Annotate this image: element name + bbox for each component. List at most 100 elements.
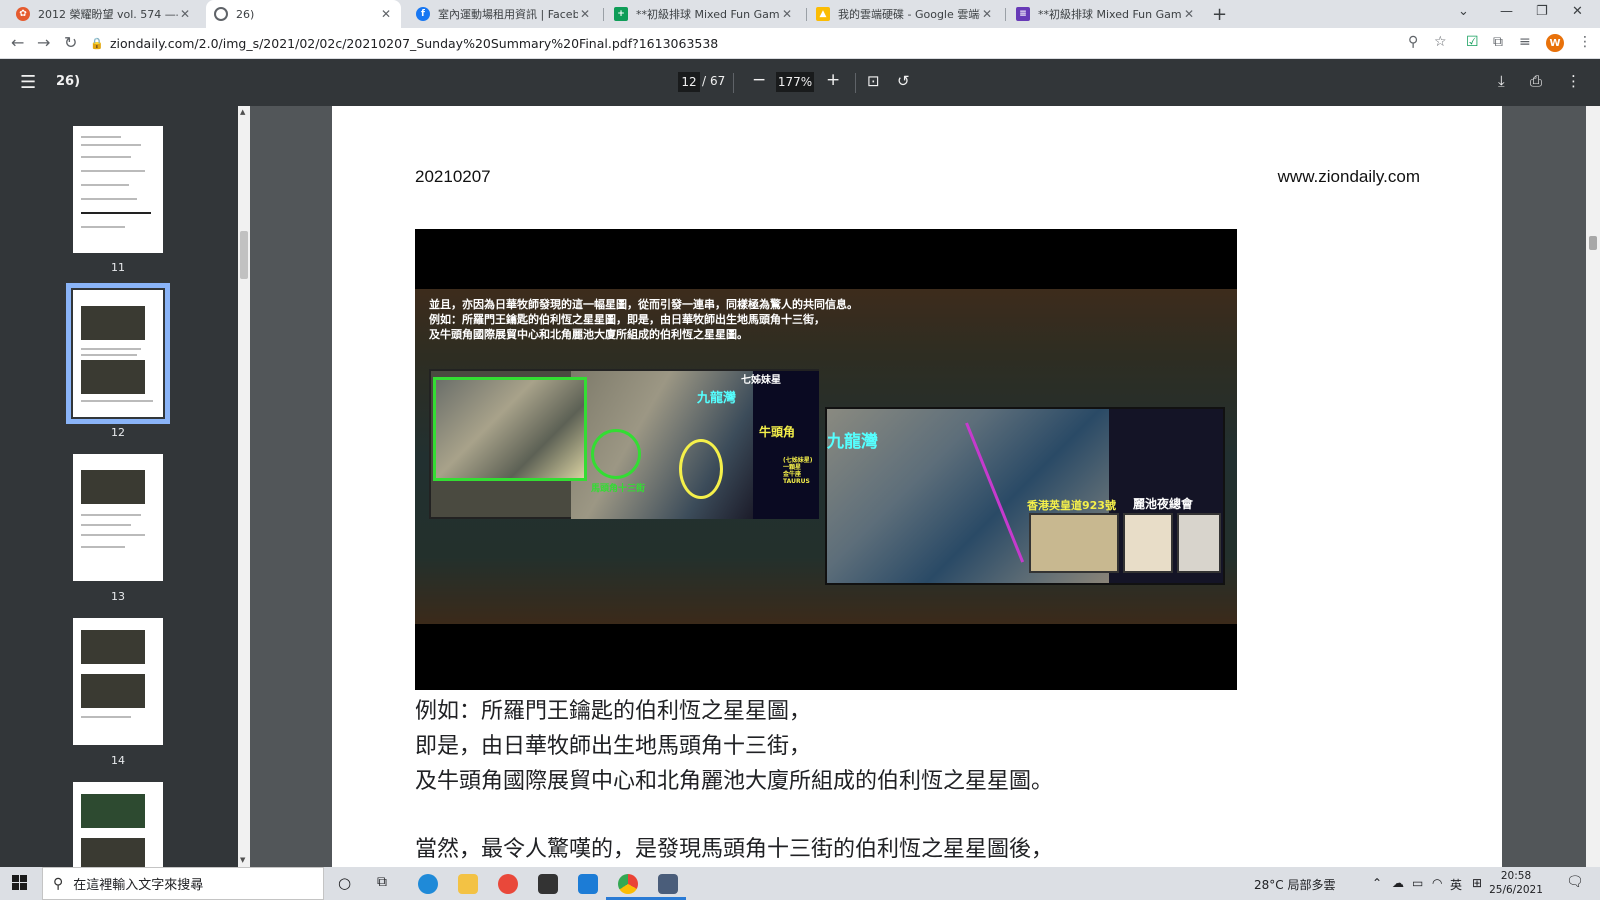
thumbnail-label: 11 (111, 261, 125, 274)
windows-start-icon[interactable] (12, 875, 28, 891)
pdf-viewport: 20210207 www.ziondaily.com 並且，亦因為日華牧師發現的… (250, 106, 1586, 867)
chrome-canary-icon[interactable] (498, 874, 518, 894)
label-taurus: (七姊妹星) 一顆星 金牛座 TAURUS (783, 457, 813, 485)
reading-list-icon[interactable]: ≡ (1519, 34, 1531, 50)
onedrive-icon[interactable]: ☁ (1392, 876, 1404, 890)
rotate-icon[interactable]: ↺ (897, 72, 910, 90)
page-number-input[interactable]: 12 (678, 72, 700, 92)
store-icon[interactable] (538, 874, 558, 894)
weather-widget[interactable]: 28°C 局部多雲 (1254, 876, 1335, 893)
body-line: 例如：所羅門王鑰匙的伯利恆之星星圖， (415, 699, 812, 724)
thumbnail-label: 12 (111, 426, 125, 439)
zoom-icon[interactable]: ⚲ (1408, 34, 1418, 50)
sidebar-scrollbar[interactable]: ▲ ▼ (238, 106, 250, 867)
cortana-icon[interactable]: ○ (338, 874, 351, 892)
pdf-page: 20210207 www.ziondaily.com 並且，亦因為日華牧師發現的… (332, 106, 1502, 867)
print-icon[interactable]: ⎙ (1530, 72, 1542, 90)
taskbar-search-input[interactable]: ⚲ 在這裡輸入文字來搜尋 (42, 867, 324, 900)
file-explorer-icon[interactable] (458, 874, 478, 894)
clock-time: 20:58 (1500, 870, 1532, 882)
tab-title: **初級排球 Mixed Fun Game** (636, 8, 780, 21)
wifi-icon[interactable]: ◠ (1432, 876, 1442, 890)
current-page: 12 (681, 75, 697, 89)
restore-icon[interactable]: ❐ (1536, 4, 1548, 19)
main-scroll-thumb[interactable] (1589, 236, 1597, 250)
sidebar-scroll-thumb[interactable] (240, 231, 248, 279)
battery-icon[interactable]: ▭ (1412, 876, 1423, 890)
tab-5[interactable]: ≡ **初級排球 Mixed Fun Game** ✕ (1008, 0, 1204, 28)
thumbnail-page-13[interactable] (73, 454, 163, 581)
close-icon[interactable]: ✕ (1182, 7, 1196, 21)
tab-search-icon[interactable]: ⌄ (1458, 4, 1469, 19)
slide-caption: 並且，亦因為日華牧師發現的這一幅星圖，從而引發一連串，同樣極為驚人的共同信息。 … (429, 297, 858, 342)
close-icon[interactable]: ✕ (980, 7, 994, 21)
pinwheel-icon: ✿ (16, 7, 30, 21)
tab-title: **初級排球 Mixed Fun Game** (1038, 8, 1182, 21)
thumbnail-page-14[interactable] (73, 618, 163, 745)
toolbar-divider (733, 73, 734, 93)
mail-icon[interactable] (578, 874, 598, 894)
chrome-icon[interactable] (618, 874, 638, 894)
thumbnail-page-15[interactable] (73, 782, 163, 867)
tab-3[interactable]: + **初級排球 Mixed Fun Game** ✕ (606, 0, 802, 28)
fit-page-icon[interactable]: ⊡ (867, 72, 880, 90)
forward-arrow-icon[interactable]: → (37, 33, 50, 52)
profile-avatar[interactable]: W (1546, 34, 1564, 52)
body-line: 及牛頭角國際展貿中心和北角麗池大廈所組成的伯利恆之星星圖。 (415, 769, 1054, 794)
thumbnail-page-12[interactable] (66, 283, 170, 424)
main-scrollbar[interactable] (1586, 106, 1600, 867)
system-clock[interactable]: 20:58 25/6/2021 (1488, 869, 1544, 897)
bookmark-star-icon[interactable]: ☆ (1434, 34, 1447, 50)
scroll-down-icon[interactable]: ▼ (240, 856, 245, 864)
forms-icon: ≡ (1016, 7, 1030, 21)
label-ritz: 麗池夜總會 (1133, 497, 1194, 511)
tab-strip: ✿ 2012 榮耀盼望 vol. 574 —— 修補 ✕ 26) ✕ f 室內運… (0, 0, 1600, 28)
thumbnail-page-11[interactable] (73, 126, 163, 253)
tab-4[interactable]: ▲ 我的雲端硬碟 - Google 雲端硬碟 ✕ (808, 0, 1002, 28)
tab-divider (603, 8, 604, 21)
puzzle-extension-icon[interactable]: ⧉ (1493, 34, 1503, 50)
reload-icon[interactable]: ↻ (64, 33, 77, 52)
input-method-icon[interactable]: ⊞ (1472, 876, 1482, 890)
tab-1-active[interactable]: 26) ✕ (206, 0, 401, 28)
thumbnail-label: 14 (111, 754, 125, 767)
total-pages: 67 (710, 74, 726, 88)
building-photo (1029, 513, 1119, 573)
back-arrow-icon[interactable]: ← (11, 33, 24, 52)
map-ma-tau-kok: 七姊妹星 九龍灣 牛頭角 馬頭角十三街 (七姊妹星) 一顆星 金牛座 TAURU… (429, 369, 819, 519)
close-window-icon[interactable]: ✕ (1572, 4, 1583, 19)
more-menu-icon[interactable]: ⋮ (1578, 34, 1592, 50)
search-icon: ⚲ (53, 875, 64, 892)
clock-date: 25/6/2021 (1489, 884, 1543, 896)
yellow-ring-marker (679, 439, 723, 499)
tab-0[interactable]: ✿ 2012 榮耀盼望 vol. 574 —— 修補 ✕ (8, 0, 200, 28)
avatar-letter: W (1549, 37, 1561, 49)
minimize-icon[interactable]: — (1500, 4, 1513, 19)
globe-icon (214, 7, 228, 21)
hamburger-menu-icon[interactable]: ☰ (20, 72, 36, 93)
show-hidden-icons-icon[interactable]: ⌃ (1372, 876, 1382, 890)
notification-icon[interactable]: 🗨 (1566, 874, 1584, 890)
thumbnail-label: 13 (111, 590, 125, 603)
new-tab-button[interactable]: + (1212, 4, 1227, 25)
more-options-icon[interactable]: ⋮ (1566, 72, 1581, 90)
page-header-date: 20210207 (415, 167, 491, 186)
download-icon[interactable]: ⤓ (1498, 72, 1505, 90)
ime-indicator[interactable]: 英 (1450, 876, 1462, 893)
close-icon[interactable]: ✕ (780, 7, 794, 21)
facebook-icon: f (416, 7, 430, 21)
lock-icon: 🔒 (90, 37, 104, 50)
task-view-icon[interactable]: ⧉ (377, 874, 387, 890)
scroll-up-icon[interactable]: ▲ (240, 108, 245, 116)
zoom-in-icon[interactable]: + (826, 70, 840, 90)
close-icon[interactable]: ✕ (379, 7, 393, 21)
calculator-icon[interactable] (658, 874, 678, 894)
edge-icon[interactable] (418, 874, 438, 894)
close-icon[interactable]: ✕ (578, 7, 592, 21)
zoom-input[interactable]: 177% (776, 72, 814, 92)
tab-2[interactable]: f 室內運動場租用資訊 | Facebook ✕ (408, 0, 600, 28)
zoom-out-icon[interactable]: − (752, 70, 766, 90)
url-field[interactable]: 🔒 ziondaily.com/2.0/img_s/2021/02/02c/20… (90, 32, 1400, 55)
close-icon[interactable]: ✕ (178, 7, 192, 21)
check-extension-icon[interactable]: ☑ (1466, 34, 1479, 50)
